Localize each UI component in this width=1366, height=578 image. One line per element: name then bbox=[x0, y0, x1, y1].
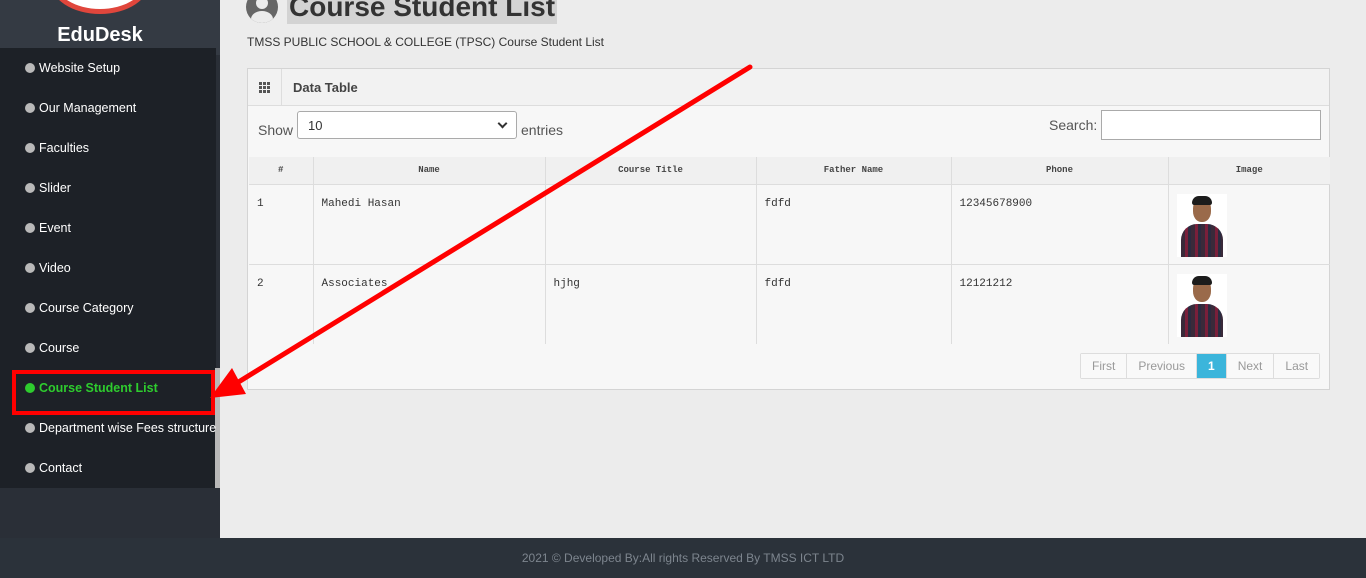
student-table: # Name Course Title Father Name Phone Im… bbox=[249, 157, 1330, 344]
sidebar-item-faculties[interactable]: Faculties bbox=[25, 138, 89, 158]
table-cell: Mahedi Hasan bbox=[313, 183, 546, 264]
table-row: 2 Associates hjhg fdfd 12121212 bbox=[249, 263, 1330, 344]
search-input[interactable] bbox=[1101, 110, 1321, 140]
sidebar-item-label: Course bbox=[39, 341, 80, 355]
table-cell bbox=[545, 183, 757, 264]
sidebar-item-label: Event bbox=[39, 221, 71, 235]
chevron-down-icon bbox=[497, 118, 508, 128]
table-cell: 2 bbox=[249, 263, 314, 344]
sidebar-item-course[interactable]: Course bbox=[25, 338, 79, 358]
brand-name: EduDesk bbox=[57, 24, 143, 46]
sidebar-item-video[interactable]: Video bbox=[25, 258, 71, 278]
pagination-current-page[interactable]: 1 bbox=[1197, 354, 1227, 378]
annotation-highlight-box bbox=[12, 370, 215, 415]
pagination-first-button[interactable]: First bbox=[1081, 354, 1128, 378]
page-title: Course Student List bbox=[287, 0, 558, 24]
sidebar-item-course-category[interactable]: Course Category bbox=[25, 298, 134, 318]
table-cell: fdfd bbox=[756, 183, 952, 264]
sidebar-item-label: Department wise Fees structure bbox=[39, 421, 217, 435]
sidebar-item-slider[interactable]: Slider bbox=[25, 178, 71, 198]
pagination-next-button[interactable]: Next bbox=[1226, 354, 1275, 378]
user-circle-icon bbox=[246, 0, 278, 23]
table-cell: hjhg bbox=[545, 263, 757, 344]
entries-select-value: 10 bbox=[308, 117, 323, 133]
sidebar-item-label: Course Category bbox=[39, 301, 134, 315]
page-subtitle: TMSS PUBLIC SCHOOL & COLLEGE (TPSC) Cour… bbox=[247, 35, 604, 49]
pagination-previous-button[interactable]: Previous bbox=[1127, 354, 1198, 378]
sidebar-item-department-fees[interactable]: Department wise Fees structure bbox=[25, 418, 216, 438]
sidebar-item-our-management[interactable]: Our Management bbox=[25, 98, 136, 118]
grid-icon bbox=[248, 69, 282, 105]
bullet-dot-icon bbox=[25, 223, 35, 233]
panel-header: Data Table bbox=[248, 69, 1329, 106]
table-cell: 12121212 bbox=[951, 263, 1169, 344]
table-cell-image bbox=[1168, 183, 1330, 264]
table-cell-image bbox=[1168, 263, 1330, 344]
bullet-dot-icon bbox=[25, 343, 35, 353]
bullet-dot-icon bbox=[25, 463, 35, 473]
bullet-dot-icon bbox=[25, 143, 35, 153]
sidebar-item-label: Website Setup bbox=[39, 61, 121, 75]
data-table-panel: Data Table Show 10 entries Search: # Nam… bbox=[247, 68, 1330, 390]
pagination-last-button[interactable]: Last bbox=[1274, 354, 1320, 378]
footer-text: 2021 © Developed By:All rights Reserved … bbox=[521, 551, 845, 565]
table-header-row: # Name Course Title Father Name Phone Im… bbox=[249, 157, 1330, 184]
bullet-dot-icon bbox=[25, 303, 35, 313]
column-header[interactable]: Course Title bbox=[545, 157, 757, 184]
sidebar-item-event[interactable]: Event bbox=[25, 218, 71, 238]
sidebar-item-label: Contact bbox=[39, 461, 83, 475]
sidebar-item-contact[interactable]: Contact bbox=[25, 458, 82, 478]
table-cell: 1 bbox=[249, 183, 314, 264]
entries-select[interactable]: 10 bbox=[297, 111, 517, 139]
footer: 2021 © Developed By:All rights Reserved … bbox=[0, 538, 1366, 578]
sidebar-item-label: Slider bbox=[39, 181, 71, 195]
search-label: Search: bbox=[1049, 117, 1098, 133]
bullet-dot-icon bbox=[25, 183, 35, 193]
sidebar-item-label: Faculties bbox=[39, 141, 90, 155]
column-header[interactable]: Father Name bbox=[756, 157, 952, 184]
page-header: Course Student List bbox=[246, 0, 558, 24]
brand-area: EduDesk bbox=[0, 0, 220, 55]
entries-label: entries bbox=[521, 122, 564, 138]
sidebar: EduDesk Website Setup Our Management Fac… bbox=[0, 0, 220, 538]
table-cell: fdfd bbox=[756, 263, 952, 344]
column-header[interactable]: Image bbox=[1168, 157, 1330, 184]
logo bbox=[50, 0, 150, 14]
column-header[interactable]: Phone bbox=[951, 157, 1169, 184]
table-row: 1 Mahedi Hasan fdfd 12345678900 bbox=[249, 183, 1330, 264]
table-cell: Associates bbox=[313, 263, 546, 344]
table-cell: 12345678900 bbox=[951, 183, 1169, 264]
sidebar-item-label: Video bbox=[39, 261, 71, 275]
student-photo bbox=[1176, 193, 1227, 257]
pagination: First Previous 1 Next Last bbox=[1080, 353, 1321, 379]
bullet-dot-icon bbox=[25, 263, 35, 273]
student-photo bbox=[1176, 273, 1227, 337]
column-header[interactable]: Name bbox=[313, 157, 546, 184]
bullet-dot-icon bbox=[25, 63, 35, 73]
panel-title: Data Table bbox=[293, 79, 358, 95]
column-header[interactable]: # bbox=[249, 157, 314, 184]
bullet-dot-icon bbox=[25, 103, 35, 113]
sidebar-item-label: Our Management bbox=[39, 101, 137, 115]
bullet-dot-icon bbox=[25, 423, 35, 433]
show-label: Show bbox=[258, 122, 294, 138]
sidebar-item-website-setup[interactable]: Website Setup bbox=[25, 58, 120, 78]
